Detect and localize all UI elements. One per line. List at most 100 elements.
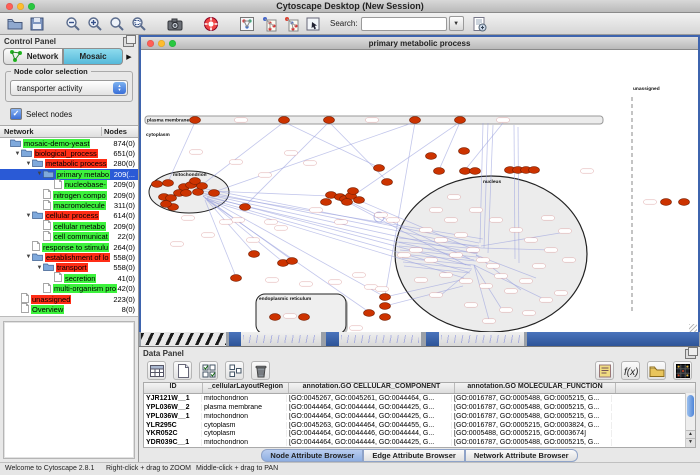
network-node[interactable] xyxy=(209,190,220,197)
search-input[interactable] xyxy=(361,17,447,31)
network-overview-icon[interactable] xyxy=(238,15,256,33)
network-node-label[interactable] xyxy=(353,273,366,277)
table-cell[interactable]: [GO:0044464, GO:0044444, GO:0044425, G..… xyxy=(287,439,452,446)
network-node-label[interactable] xyxy=(375,213,388,217)
network-node-label[interactable] xyxy=(300,282,313,286)
table-cell[interactable]: plasma membrane xyxy=(202,404,287,411)
network-node[interactable] xyxy=(163,180,174,187)
zoom-fit-icon[interactable] xyxy=(108,15,126,33)
float-panel-icon[interactable] xyxy=(123,37,134,47)
node-color-dropdown[interactable]: transporter activity ▲▼ xyxy=(10,80,128,96)
formula-builder-icon[interactable]: f(x) xyxy=(621,361,640,380)
unselect-attributes-icon[interactable] xyxy=(225,361,244,380)
import-matrix-icon[interactable] xyxy=(673,361,692,380)
network-node-label[interactable] xyxy=(376,287,389,291)
tree-row-response-to-stimulu[interactable]: response to stimulu264(0) xyxy=(0,242,138,252)
network-node-label[interactable] xyxy=(430,208,443,212)
open-session-icon[interactable] xyxy=(6,15,24,33)
network-node-label[interactable] xyxy=(465,303,478,307)
network-node[interactable] xyxy=(426,153,437,160)
network-node-label[interactable] xyxy=(483,319,496,323)
network-node-label[interactable] xyxy=(525,238,538,242)
float-panel-icon[interactable] xyxy=(685,349,696,359)
network-node[interactable] xyxy=(249,251,260,258)
scrollbar-thumb[interactable] xyxy=(687,395,694,417)
network-node-label[interactable] xyxy=(505,289,518,293)
background-window-sliver[interactable] xyxy=(527,332,699,346)
network-node-label[interactable] xyxy=(559,229,572,233)
table-cell[interactable]: [GO:0044464, GO:0044444, GO:0044425, G..… xyxy=(287,413,452,420)
network-node-label[interactable] xyxy=(171,242,184,246)
network-node-label[interactable] xyxy=(232,218,245,222)
select-nodes-checkbox[interactable]: ✓ xyxy=(10,108,22,120)
network-node-label[interactable] xyxy=(533,264,546,268)
tab-mosaic[interactable]: Mosaic xyxy=(63,48,123,65)
network-node-label[interactable] xyxy=(581,169,594,173)
column-header-0[interactable]: ID xyxy=(144,383,203,393)
network-node-label[interactable] xyxy=(310,208,323,212)
network-node-label[interactable] xyxy=(435,238,448,242)
tree-header-network[interactable]: Network xyxy=(0,127,101,136)
zoom-in-icon[interactable] xyxy=(86,15,104,33)
network-node[interactable] xyxy=(299,314,310,321)
network-node-label[interactable] xyxy=(304,161,317,165)
network-node-label[interactable] xyxy=(266,278,279,282)
network-node[interactable] xyxy=(287,258,298,265)
network-node[interactable] xyxy=(190,117,201,124)
table-cell[interactable]: [GO:0016787, GO:0005488, GO:0005215, G..… xyxy=(452,413,612,420)
network-node-label[interactable] xyxy=(425,258,438,262)
network-node[interactable] xyxy=(410,117,421,124)
network-node-label[interactable] xyxy=(450,253,463,257)
new-attribute-icon[interactable] xyxy=(173,361,192,380)
network-node[interactable] xyxy=(380,294,391,301)
table-cell[interactable]: [GO:0016787, GO:0005215, GO:0003824, G..… xyxy=(452,422,612,429)
tree-row-biological-process[interactable]: ▼biological_process651(0) xyxy=(0,148,138,158)
column-header-3[interactable]: annotation.GO MOLECULAR_FUNCTION xyxy=(455,383,616,393)
zoom-selected-icon[interactable] xyxy=(130,15,148,33)
network-edge[interactable] xyxy=(198,122,284,188)
tree-row-cell-communicat[interactable]: cell communicat22(0) xyxy=(0,232,138,242)
select-mode-icon[interactable] xyxy=(304,15,322,33)
network-node-label[interactable] xyxy=(335,220,348,224)
network-canvas[interactable]: plasma membranecytoplasmmitochondrionnuc… xyxy=(141,50,694,333)
network-edge[interactable] xyxy=(329,122,387,181)
tab-network-attribute-browser[interactable]: Network Attribute Browser xyxy=(465,449,578,462)
network-node[interactable] xyxy=(460,168,471,175)
tree-expand-arrow-icon[interactable]: ▼ xyxy=(36,171,43,177)
tree-expand-arrow-icon[interactable]: ▼ xyxy=(25,161,32,167)
table-cell[interactable]: YPL036W__2 xyxy=(144,404,202,411)
zoom-out-icon[interactable] xyxy=(64,15,82,33)
background-window-sliver[interactable] xyxy=(229,332,241,346)
network-node[interactable] xyxy=(181,190,192,197)
scroll-down-icon[interactable]: ▼ xyxy=(686,438,695,447)
network-node[interactable] xyxy=(455,117,466,124)
network-node[interactable] xyxy=(279,117,290,124)
network-node[interactable] xyxy=(380,314,391,321)
network-node[interactable] xyxy=(380,303,391,310)
table-row[interactable]: YLR295Ccytoplasm[GO:0045263, GO:0044464,… xyxy=(144,421,695,430)
network-node[interactable] xyxy=(679,199,690,206)
network-node-label[interactable] xyxy=(545,248,558,252)
column-header-2[interactable]: annotation.GO CELLULAR_COMPONENT xyxy=(289,383,455,393)
network-node[interactable] xyxy=(374,165,385,172)
table-cell[interactable]: cytoplasm xyxy=(202,430,287,437)
tree-row-transport[interactable]: ▼transport558(0) xyxy=(0,263,138,273)
network-node[interactable] xyxy=(152,181,163,188)
network-node-label[interactable] xyxy=(497,118,510,122)
network-node-label[interactable] xyxy=(430,293,443,297)
tree-row-mosaic-demo-yeast[interactable]: mosaic-demo-yeast874(0) xyxy=(0,138,138,148)
tree-row-nucleobase-[interactable]: nucleobase-209(0) xyxy=(0,180,138,190)
network-node[interactable] xyxy=(459,148,470,155)
table-cell[interactable]: [GO:0016787, GO:0005488, GO:0005215, G..… xyxy=(452,395,612,402)
snapshot-icon[interactable] xyxy=(166,15,184,33)
tab-node-attribute-browser[interactable]: Node Attribute Browser xyxy=(261,449,363,462)
network-node-label[interactable] xyxy=(265,220,278,224)
network-node-label[interactable] xyxy=(387,218,400,222)
tree-expand-arrow-icon[interactable]: ▼ xyxy=(25,254,32,260)
tree-row-macromolecule[interactable]: macromolecule311(0) xyxy=(0,200,138,210)
background-window-sliver[interactable] xyxy=(426,332,439,346)
network-node-label[interactable] xyxy=(477,258,490,262)
save-session-icon[interactable] xyxy=(28,15,46,33)
search-dropdown-arrow-icon[interactable]: ▼ xyxy=(449,16,464,31)
network-node-label[interactable] xyxy=(410,248,423,252)
